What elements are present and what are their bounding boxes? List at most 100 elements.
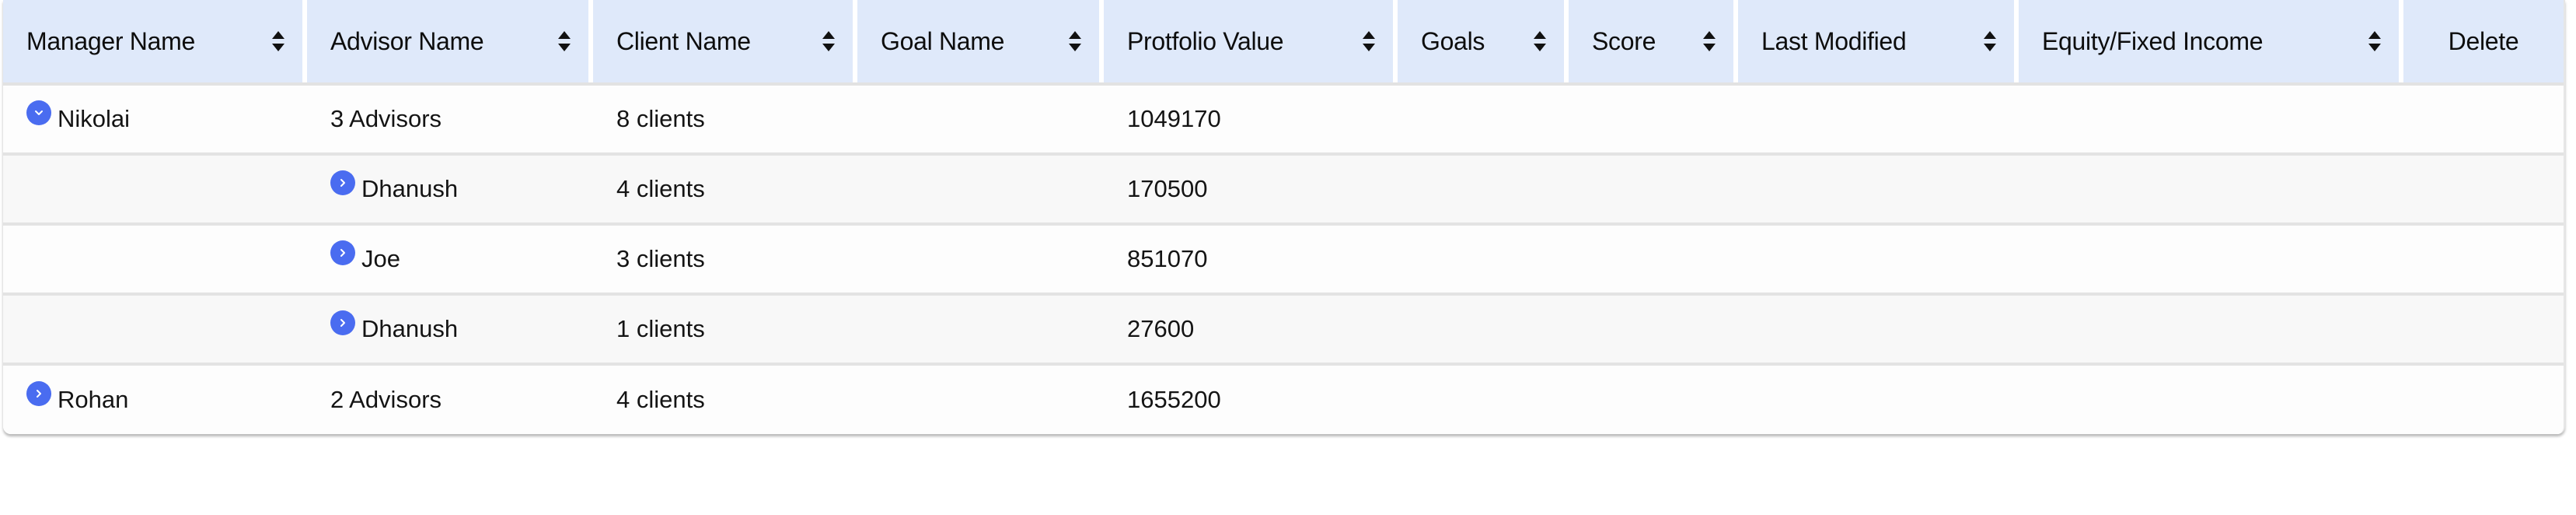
column-header-label: Delete	[2448, 26, 2519, 55]
portfolio-value-cell: 1049170	[1104, 86, 1393, 152]
portfolio-value-cell: 1655200	[1104, 366, 1393, 434]
goal-name-cell	[857, 86, 1099, 152]
score-cell	[1569, 226, 1733, 293]
portfolio-value: 851070	[1127, 245, 1208, 272]
portfolio-value: 1049170	[1127, 105, 1221, 132]
goals-cell	[1398, 156, 1564, 222]
sort-icon[interactable]	[1702, 27, 1716, 55]
equity-fixed-income-cell	[2019, 366, 2399, 434]
client-count: 1 clients	[616, 315, 705, 342]
sort-icon[interactable]	[1533, 27, 1547, 55]
equity-fixed-income-cell	[2019, 226, 2399, 293]
sort-icon[interactable]	[271, 27, 285, 55]
chevron-right-icon[interactable]	[330, 240, 355, 265]
advisor-name-cell: 2 Advisors	[307, 366, 588, 434]
table-row: Rohan 2 Advisors 4 clients 1655200	[3, 366, 2564, 434]
delete-cell	[2403, 226, 2564, 293]
table-row: Dhanush 1 clients 27600	[3, 296, 2564, 366]
delete-cell	[2403, 86, 2564, 152]
portfolio-value-cell: 851070	[1104, 226, 1393, 293]
last-modified-cell	[1738, 86, 2014, 152]
client-name-cell: 3 clients	[593, 226, 853, 293]
portfolio-value: 170500	[1127, 175, 1208, 202]
sort-icon[interactable]	[557, 27, 571, 55]
sort-icon[interactable]	[1068, 27, 1082, 55]
equity-fixed-income-cell	[2019, 86, 2399, 152]
delete-cell	[2403, 296, 2564, 363]
table-header-row: Manager Name Advisor Name Client Name Go…	[3, 0, 2564, 86]
goals-cell	[1398, 366, 1564, 434]
manager-name-cell	[3, 296, 302, 363]
column-header-advisor-name[interactable]: Advisor Name	[307, 0, 588, 82]
chevron-right-icon[interactable]	[26, 381, 51, 406]
client-count: 8 clients	[616, 105, 705, 132]
column-header-score[interactable]: Score	[1569, 0, 1733, 82]
column-header-label: Goals	[1421, 26, 1485, 55]
score-cell	[1569, 86, 1733, 152]
sort-icon[interactable]	[822, 27, 836, 55]
advisor-name-cell: 3 Advisors	[307, 86, 588, 152]
manager-name-cell: Nikolai	[3, 86, 302, 152]
score-cell	[1569, 366, 1733, 434]
chevron-down-icon[interactable]	[26, 100, 51, 125]
goals-cell	[1398, 226, 1564, 293]
chevron-right-icon[interactable]	[330, 310, 355, 335]
sort-icon[interactable]	[1362, 27, 1376, 55]
advisor-name-cell: Dhanush	[307, 296, 588, 363]
column-header-portfolio-value[interactable]: Protfolio Value	[1104, 0, 1393, 82]
column-header-label: Advisor Name	[330, 26, 484, 55]
column-header-last-modified[interactable]: Last Modified	[1738, 0, 2014, 82]
client-count: 4 clients	[616, 386, 705, 413]
portfolio-value-cell: 170500	[1104, 156, 1393, 222]
manager-name: Rohan	[58, 386, 129, 413]
advisor-name: Dhanush	[361, 175, 459, 202]
column-header-client-name[interactable]: Client Name	[593, 0, 853, 82]
client-name-cell: 8 clients	[593, 86, 853, 152]
column-header-label: Score	[1592, 26, 1656, 55]
chevron-right-icon[interactable]	[330, 170, 355, 195]
score-cell	[1569, 296, 1733, 363]
advisor-name: Dhanush	[361, 315, 459, 342]
portfolio-value-cell: 27600	[1104, 296, 1393, 363]
manager-name-cell	[3, 156, 302, 222]
table-row: Joe 3 clients 851070	[3, 226, 2564, 296]
advisor-name-cell: Joe	[307, 226, 588, 293]
goal-name-cell	[857, 296, 1099, 363]
goals-cell	[1398, 296, 1564, 363]
last-modified-cell	[1738, 296, 2014, 363]
hierarchy-table: Manager Name Advisor Name Client Name Go…	[3, 0, 2565, 434]
column-header-label: Last Modified	[1761, 26, 1907, 55]
delete-cell	[2403, 366, 2564, 434]
manager-name-cell: Rohan	[3, 366, 302, 434]
column-header-goal-name[interactable]: Goal Name	[857, 0, 1099, 82]
advisor-name: Joe	[361, 245, 400, 272]
column-header-goals[interactable]: Goals	[1398, 0, 1564, 82]
client-name-cell: 4 clients	[593, 156, 853, 222]
column-header-label: Protfolio Value	[1127, 26, 1284, 55]
last-modified-cell	[1738, 226, 2014, 293]
table-row: Nikolai 3 Advisors 8 clients 1049170	[3, 86, 2564, 156]
score-cell	[1569, 156, 1733, 222]
portfolio-value: 27600	[1127, 315, 1195, 342]
goal-name-cell	[857, 156, 1099, 222]
manager-name-cell	[3, 226, 302, 293]
goal-name-cell	[857, 366, 1099, 434]
table-row: Dhanush 4 clients 170500	[3, 156, 2564, 226]
last-modified-cell	[1738, 156, 2014, 222]
column-header-equity-fixed-income[interactable]: Equity/Fixed Income	[2019, 0, 2399, 82]
client-name-cell: 1 clients	[593, 296, 853, 363]
client-name-cell: 4 clients	[593, 366, 853, 434]
column-header-delete: Delete	[2403, 0, 2564, 82]
client-count: 4 clients	[616, 175, 705, 202]
column-header-label: Manager Name	[26, 26, 195, 55]
advisor-count: 2 Advisors	[330, 386, 442, 413]
goal-name-cell	[857, 226, 1099, 293]
column-header-label: Goal Name	[881, 26, 1005, 55]
sort-icon[interactable]	[1983, 27, 1997, 55]
portfolio-value: 1655200	[1127, 386, 1221, 413]
client-count: 3 clients	[616, 245, 705, 272]
column-header-label: Equity/Fixed Income	[2042, 26, 2264, 55]
column-header-manager-name[interactable]: Manager Name	[3, 0, 302, 82]
manager-name: Nikolai	[58, 105, 131, 132]
sort-icon[interactable]	[2368, 27, 2382, 55]
